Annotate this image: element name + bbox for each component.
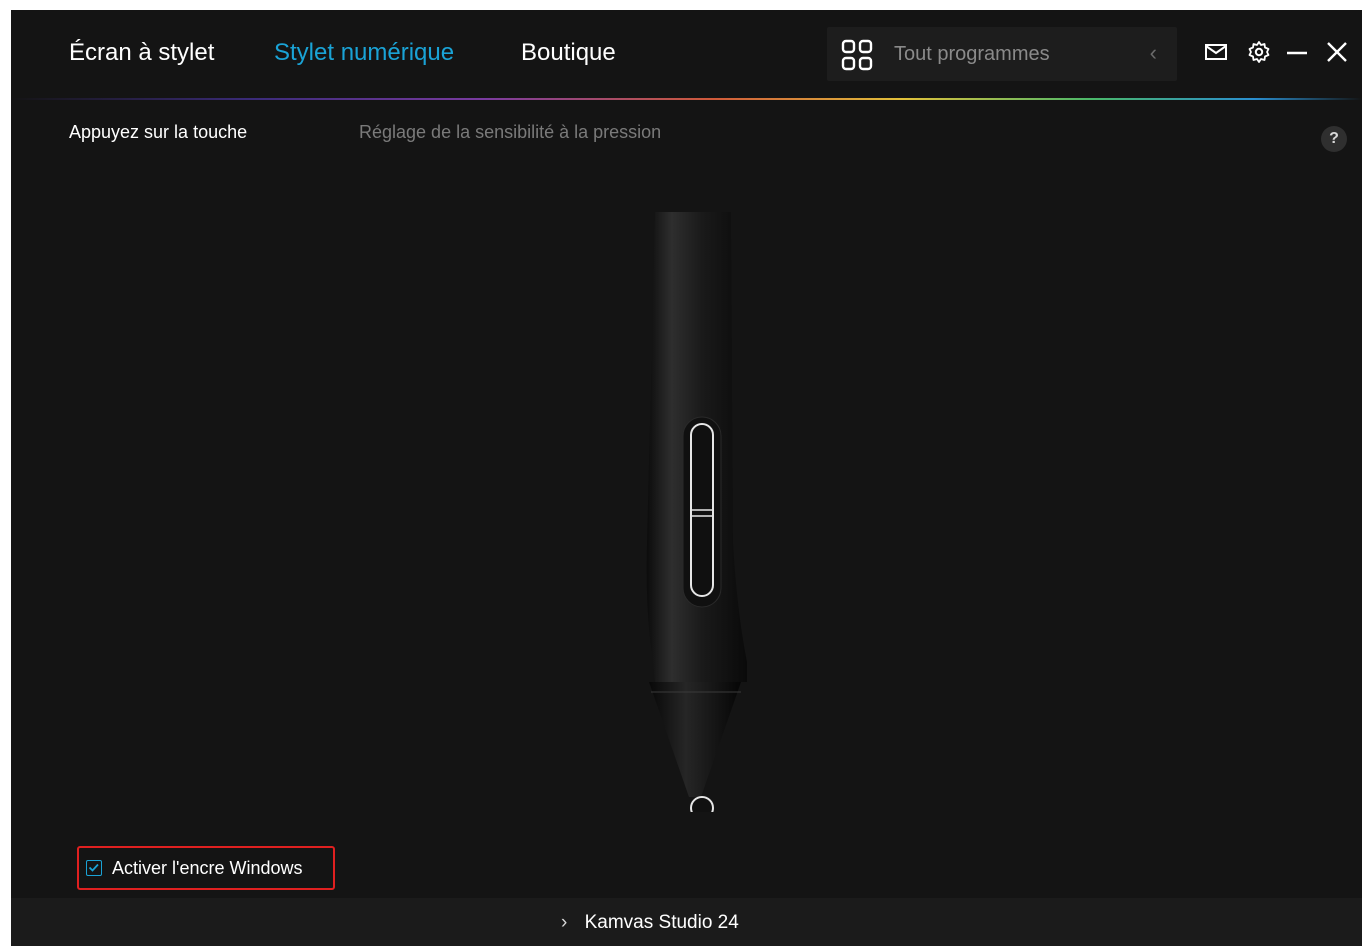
header-bar: Écran à stylet Stylet numérique Boutique… (11, 10, 1362, 98)
device-selector[interactable]: › Kamvas Studio 24 (561, 912, 739, 934)
tab-pen-display[interactable]: Écran à stylet (69, 39, 214, 67)
chevron-left-icon[interactable]: ‹ (1150, 40, 1157, 66)
program-selector-text: Tout programmes (894, 43, 1050, 65)
close-icon[interactable] (1325, 40, 1349, 64)
subtab-pressure-sensitivity[interactable]: Réglage de la sensibilité à la pression (359, 122, 661, 143)
header-divider (11, 98, 1362, 100)
mail-icon[interactable] (1204, 40, 1228, 64)
device-bar: › Kamvas Studio 24 (11, 898, 1362, 946)
windows-ink-option[interactable]: Activer l'encre Windows (77, 846, 335, 890)
device-name: Kamvas Studio 24 (584, 912, 739, 933)
help-icon[interactable]: ? (1321, 126, 1347, 152)
program-selector[interactable]: Tout programmes ‹ (827, 27, 1177, 81)
windows-ink-checkbox[interactable] (86, 860, 102, 876)
minimize-icon[interactable] (1285, 40, 1309, 64)
tab-digital-pen[interactable]: Stylet numérique (274, 39, 454, 67)
chevron-right-icon: › (561, 912, 568, 933)
windows-ink-label: Activer l'encre Windows (112, 858, 303, 878)
subtab-press-button[interactable]: Appuyez sur la touche (69, 122, 247, 143)
pen-illustration (646, 212, 747, 812)
gear-icon[interactable] (1247, 40, 1271, 64)
grid-icon (841, 39, 873, 71)
tab-store[interactable]: Boutique (521, 39, 616, 67)
checkmark-icon (88, 863, 99, 872)
app-window: Écran à stylet Stylet numérique Boutique… (11, 10, 1362, 946)
